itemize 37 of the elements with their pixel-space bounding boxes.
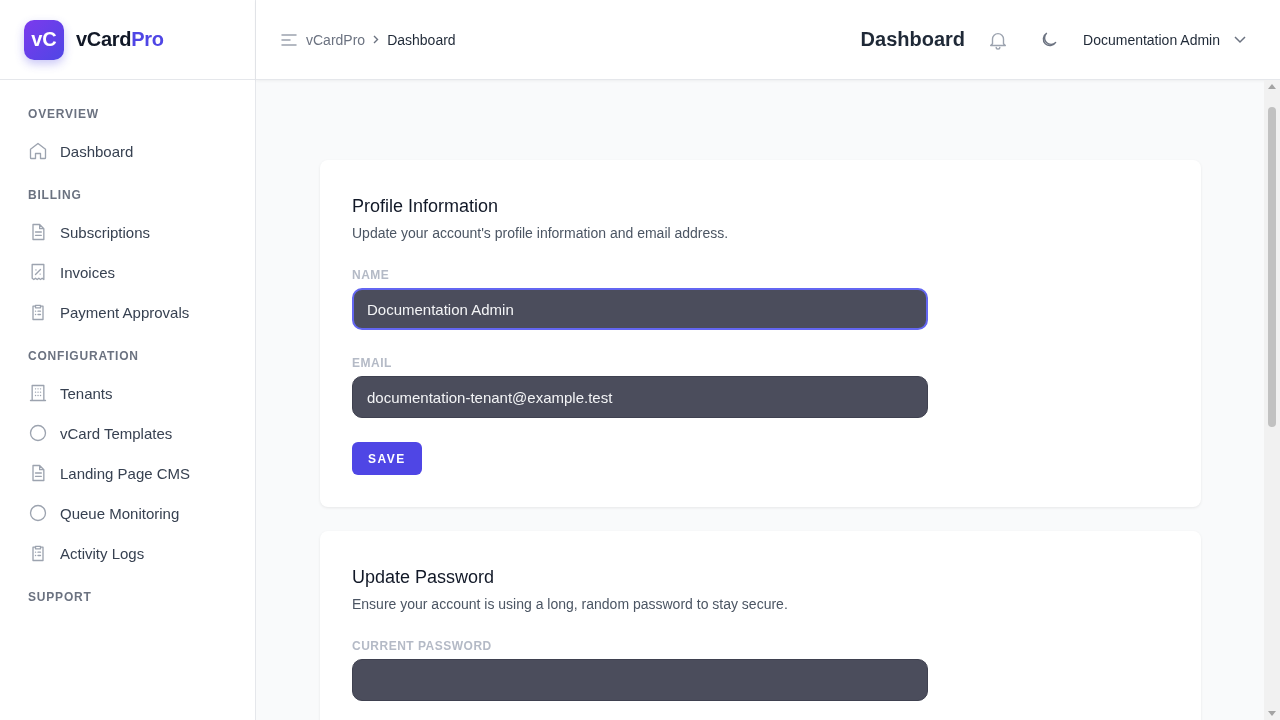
save-button[interactable]: SAVE (352, 442, 422, 475)
input-field[interactable] (352, 659, 928, 701)
section-heading: CONFIGURATION (28, 349, 139, 363)
section-heading: SUPPORT (28, 590, 92, 604)
sidebar-item[interactable]: Tenants (28, 373, 255, 413)
breadcrumb-link[interactable]: vCardPro (306, 31, 366, 48)
building-icon (28, 383, 48, 403)
home-icon (28, 141, 48, 161)
section-heading: OVERVIEW (28, 107, 99, 121)
card-title: Profile Information (352, 196, 499, 217)
section-heading: BILLING (28, 188, 82, 202)
input-field[interactable]: Documentation Admin (352, 288, 928, 330)
logo-icon[interactable]: vC (24, 19, 64, 60)
field-label: EMAIL (352, 356, 392, 370)
sidebar-item[interactable]: vCard Templates (28, 413, 255, 453)
chevron-right-icon (373, 35, 380, 44)
sidebar-item[interactable]: Queue Monitoring (28, 493, 255, 533)
field-label: NAME (352, 268, 390, 282)
breadcrumb-current: Dashboard (387, 31, 456, 48)
user-menu[interactable]: Documentation Admin (1083, 31, 1246, 48)
page-title: Dashboard (860, 28, 966, 51)
circle-icon (28, 503, 48, 523)
circle-icon (28, 423, 48, 443)
sidebar-item[interactable]: Landing Page CMS (28, 453, 255, 493)
card-description: Ensure your account is using a long, random password to stay secure. (352, 596, 788, 612)
sidebar-item[interactable]: Invoices (28, 252, 255, 292)
input-field[interactable]: documentation-tenant@example.test (352, 376, 928, 418)
card-description: Update your account's profile information and email address. (352, 225, 729, 241)
sidebar-item[interactable]: Subscriptions (28, 212, 255, 252)
sidebar-item[interactable]: Dashboard (28, 131, 255, 171)
brand-name[interactable]: vCardPro (76, 28, 164, 51)
sidebar-item[interactable]: Payment Approvals (28, 292, 255, 332)
card-title: Update Password (352, 567, 495, 588)
chevron-down-icon (1234, 35, 1246, 44)
field-label: CURRENT PASSWORD (352, 639, 492, 653)
sidebar-item[interactable]: Activity Logs (28, 533, 255, 573)
scrollbar[interactable] (1264, 80, 1280, 720)
